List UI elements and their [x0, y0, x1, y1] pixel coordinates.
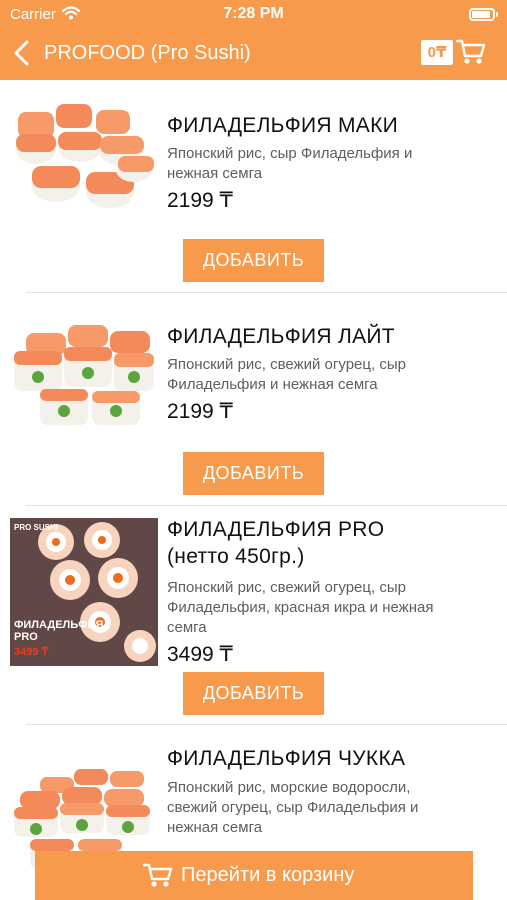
status-time: 7:28 PM [223, 5, 284, 22]
promo-line2: PRO [14, 631, 38, 643]
back-chevron-icon[interactable] [10, 38, 36, 68]
product-item: ФИЛАДЕЛЬФИЯ ЛАЙТ Японский рис, свежий ог… [0, 293, 507, 505]
product-item: ФИЛАДЕЛЬФИЯ МАКИ Японский рис, сыр Филад… [0, 80, 507, 292]
navigation-bar: PROFOOD (Pro Sushi) 0₸ [0, 30, 507, 76]
status-bar: Carrier 7:28 PM [0, 0, 507, 30]
product-name: ФИЛАДЕЛЬФИЯ PRO (нетто 450гр.) [167, 518, 385, 568]
add-to-cart-button[interactable]: ДОБАВИТЬ [183, 239, 324, 282]
shopping-cart-icon[interactable] [456, 38, 486, 66]
sushi-roll-image [14, 325, 154, 425]
add-to-cart-button[interactable]: ДОБАВИТЬ [183, 672, 324, 715]
product-item: PRO SUSHI ФИЛАДЕЛЬФИЯ PRO 3499 ₸ ФИЛАДЕЛ… [0, 506, 507, 724]
promo-price: 3499 ₸ [14, 646, 50, 658]
go-to-cart-label: Перейти в корзину [181, 864, 355, 886]
product-description: Японский рис, свежий огурец, сыр Филадел… [167, 356, 406, 393]
product-description: Японский рис, свежий огурец, сыр Филадел… [167, 579, 434, 636]
cart-total-badge: 0₸ [421, 40, 453, 65]
product-price: 2199 ₸ [167, 189, 233, 212]
product-description: Японский рис, сыр Филадельфия и нежная с… [167, 145, 413, 182]
product-description: Японский рис, морские водоросли, свежий … [167, 779, 419, 836]
product-name: ФИЛАДЕЛЬФИЯ ЛАЙТ [167, 325, 395, 348]
go-to-cart-button[interactable]: Перейти в корзину [35, 851, 473, 900]
shopping-cart-icon [143, 863, 173, 887]
sushi-promo-image: PRO SUSHI ФИЛАДЕЛЬФИЯ PRO 3499 ₸ [10, 518, 158, 666]
page-title: PROFOOD (Pro Sushi) [44, 42, 251, 64]
battery-icon [469, 8, 498, 21]
promo-brand: PRO SUSHI [14, 523, 58, 532]
product-list: ФИЛАДЕЛЬФИЯ МАКИ Японский рис, сыр Филад… [0, 80, 507, 900]
sushi-roll-image [16, 104, 154, 208]
product-name: ФИЛАДЕЛЬФИЯ ЧУККА [167, 747, 406, 770]
product-price: 3499 ₸ [167, 643, 233, 666]
add-to-cart-button[interactable]: ДОБАВИТЬ [183, 452, 324, 495]
product-name: ФИЛАДЕЛЬФИЯ МАКИ [167, 114, 399, 137]
app-header: Carrier 7:28 PM PROFOOD (Pro Sushi) 0₸ [0, 0, 507, 80]
product-price: 2199 ₸ [167, 400, 233, 423]
promo-line1: ФИЛАДЕЛЬФИЯ [14, 619, 103, 631]
